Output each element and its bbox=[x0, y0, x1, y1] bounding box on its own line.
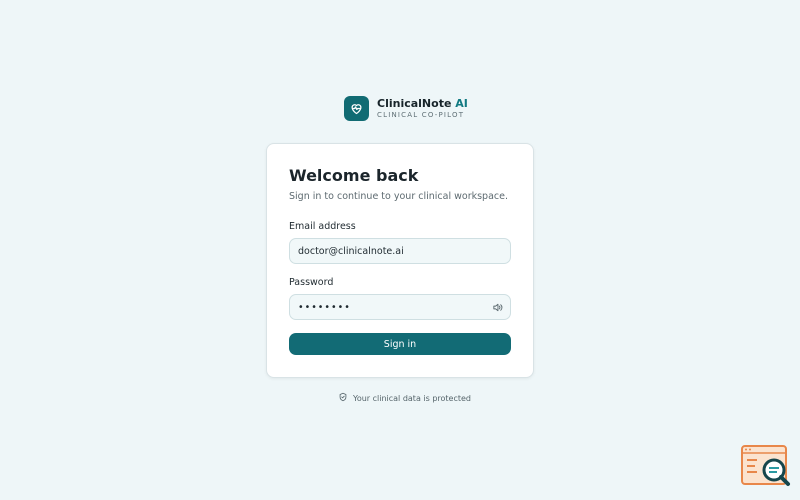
search-document-icon[interactable] bbox=[741, 444, 791, 488]
email-field[interactable] bbox=[289, 238, 511, 264]
password-field[interactable] bbox=[289, 294, 511, 320]
shield-check-icon bbox=[338, 392, 348, 404]
brand-name-main: ClinicalNote bbox=[377, 97, 452, 110]
security-note-text: Your clinical data is protected bbox=[353, 393, 471, 403]
page-subtitle: Sign in to continue to your clinical wor… bbox=[289, 191, 508, 202]
brand-name: ClinicalNote AI bbox=[377, 98, 468, 109]
page-title: Welcome back bbox=[289, 166, 419, 185]
brand-name-accent: AI bbox=[451, 97, 468, 110]
brand-tagline: CLINICAL CO-PILOT bbox=[377, 111, 465, 119]
password-label: Password bbox=[289, 277, 334, 288]
signin-card: Welcome back Sign in to continue to your… bbox=[266, 143, 534, 378]
email-label: Email address bbox=[289, 221, 356, 232]
signin-button[interactable]: Sign in bbox=[289, 333, 511, 355]
speaker-icon[interactable] bbox=[491, 301, 503, 313]
login-page: ClinicalNote AI CLINICAL CO-PILOT Welcom… bbox=[0, 0, 800, 500]
security-note: Your clinical data is protected bbox=[338, 392, 471, 404]
brand-header: ClinicalNote AI CLINICAL CO-PILOT bbox=[344, 96, 468, 121]
heart-pulse-icon bbox=[344, 96, 369, 121]
